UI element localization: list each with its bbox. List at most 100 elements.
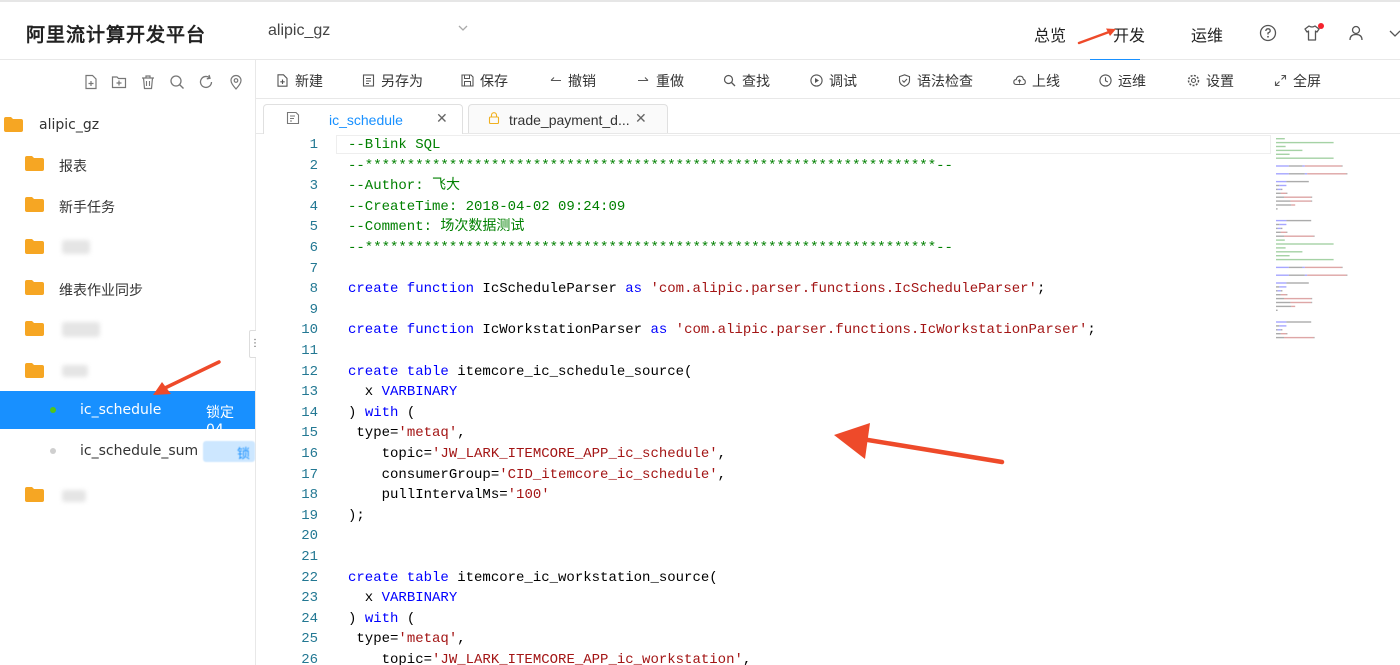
shield-check-icon: [898, 74, 911, 87]
undo-button[interactable]: 撤销: [549, 71, 596, 91]
line-number: 18: [301, 487, 318, 504]
job-lock-badge: 锁: [203, 441, 255, 462]
redo-button[interactable]: 重做: [637, 71, 684, 91]
search-icon[interactable]: [169, 74, 185, 90]
help-icon[interactable]: [1259, 24, 1277, 42]
tree-folder[interactable]: 维表作业同步: [0, 269, 255, 307]
notification-dot: [1318, 23, 1324, 29]
refresh-icon[interactable]: [198, 74, 214, 90]
folder-icon: [25, 487, 44, 502]
folder-icon: [25, 321, 44, 336]
new-button-label: 新建: [295, 74, 323, 90]
folder-icon: [25, 197, 44, 212]
code-line: 1 --Blink SQL: [256, 135, 1266, 156]
chevron-down-icon[interactable]: [1386, 24, 1400, 42]
line-number: 24: [301, 610, 318, 627]
new-folder-icon[interactable]: [111, 74, 127, 90]
locate-icon[interactable]: [228, 74, 244, 90]
tab-ic-schedule[interactable]: ic_schedule ✕: [263, 104, 463, 134]
file-tree-sidebar: alipic_gz 报表 新手任务 维表作业同步 ic_schedule 锁定 …: [0, 60, 256, 665]
fullscreen-button-label: 全屏: [1293, 74, 1321, 90]
tab-label: trade_payment_d...: [509, 112, 630, 128]
code-line: 19);: [256, 506, 1266, 527]
clock-icon: [1099, 74, 1112, 87]
line-number: 17: [301, 466, 318, 483]
code-text: x VARBINARY: [348, 384, 458, 401]
folder-icon: [25, 363, 44, 378]
line-number: 4: [309, 198, 318, 215]
tree-folder-root[interactable]: alipic_gz: [0, 106, 255, 144]
syntax-check-button[interactable]: 语法检查: [898, 71, 973, 91]
line-number: 20: [301, 528, 318, 545]
expand-icon: [1274, 74, 1287, 87]
tree-folder[interactable]: [0, 476, 255, 514]
settings-button-label: 设置: [1206, 74, 1234, 90]
code-line: 23 x VARBINARY: [256, 588, 1266, 609]
folder-icon: [25, 156, 44, 171]
sql-file-icon: [286, 111, 300, 125]
tree-folder[interactable]: [0, 310, 255, 348]
folder-icon: [4, 117, 23, 132]
redacted-label: [62, 322, 100, 337]
line-number: 6: [309, 240, 318, 256]
code-text: create table itemcore_ic_schedule_source…: [348, 363, 693, 380]
code-line: 7: [256, 259, 1266, 280]
line-number: 2: [309, 157, 318, 174]
code-minimap[interactable]: [1274, 134, 1400, 344]
code-text: --Author: 飞大: [348, 178, 461, 195]
code-text: --**************************************…: [348, 240, 953, 256]
redacted-label: [62, 240, 90, 254]
redacted-label: [62, 490, 86, 502]
find-button[interactable]: 查找: [723, 71, 770, 91]
debug-button[interactable]: 调试: [810, 71, 857, 91]
publish-button-label: 上线: [1032, 74, 1060, 90]
delete-icon[interactable]: [140, 74, 156, 90]
app-title: 阿里流计算开发平台: [26, 24, 207, 46]
tab-trade-payment[interactable]: trade_payment_d... ✕: [468, 104, 668, 133]
code-text: ) with (: [348, 610, 416, 627]
save-as-button[interactable]: 另存为: [362, 71, 423, 91]
user-icon[interactable]: [1347, 24, 1365, 42]
nav-develop[interactable]: 开发: [1113, 22, 1145, 46]
tree-folder[interactable]: 新手任务: [0, 186, 255, 224]
publish-button[interactable]: 上线: [1013, 71, 1060, 91]
settings-button[interactable]: 设置: [1187, 71, 1234, 91]
code-editor[interactable]: 1 --Blink SQL 2 --*************************…: [256, 134, 1400, 665]
code-text: type='metaq',: [348, 425, 466, 442]
code-text: create table itemcore_ic_workstation_sou…: [348, 569, 718, 586]
tree-job-ic-schedule[interactable]: ic_schedule 锁定 04: [0, 391, 255, 438]
nav-ops[interactable]: 运维: [1191, 22, 1223, 46]
code-line: 6 --*************************************…: [256, 238, 1266, 259]
redo-button-label: 重做: [656, 74, 684, 90]
syntax-check-button-label: 语法检查: [917, 74, 973, 90]
line-number: 5: [309, 219, 318, 236]
new-file-icon[interactable]: [83, 74, 99, 90]
tree-folder-label: alipic_gz: [39, 117, 100, 133]
tree-folder[interactable]: 报表: [0, 145, 255, 183]
ops-button-label: 运维: [1118, 74, 1146, 90]
code-text: pullIntervalMs='100': [348, 487, 550, 504]
tree-folder[interactable]: [0, 228, 255, 266]
close-icon[interactable]: ✕: [436, 110, 448, 127]
save-as-icon: [362, 74, 375, 87]
nav-overview[interactable]: 总览: [1034, 22, 1066, 46]
tree-folder-label: 新手任务: [59, 200, 115, 216]
close-icon[interactable]: ✕: [635, 110, 647, 127]
save-button[interactable]: 保存: [461, 71, 508, 91]
code-text: consumerGroup='CID_itemcore_ic_schedule'…: [348, 466, 727, 483]
tree-job-ic-schedule-sum[interactable]: ic_schedule_sum 锁: [0, 432, 255, 470]
job-status-dot: [50, 407, 56, 413]
new-button[interactable]: 新建: [276, 71, 323, 91]
line-number: 25: [301, 631, 318, 648]
editor-tab-bar: ic_schedule ✕ trade_payment_d... ✕: [256, 99, 1400, 134]
code-line: 14) with (: [256, 403, 1266, 424]
job-status-dot: [50, 448, 56, 454]
ops-button[interactable]: 运维: [1099, 71, 1146, 91]
line-number: 11: [301, 343, 318, 359]
code-line: 12 create table itemcore_ic_schedule_sour…: [256, 362, 1266, 383]
project-select[interactable]: alipic_gz: [268, 22, 473, 44]
code-line: 20: [256, 526, 1266, 547]
tree-folder[interactable]: [0, 352, 255, 390]
fullscreen-button[interactable]: 全屏: [1274, 71, 1321, 91]
folder-icon: [25, 239, 44, 254]
